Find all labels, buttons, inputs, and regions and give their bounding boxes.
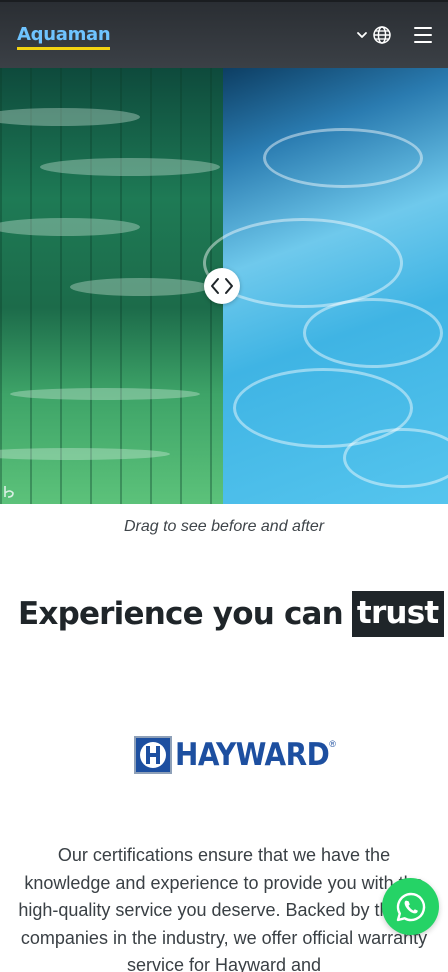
- water-wave: [263, 128, 423, 188]
- chevron-down-icon: [357, 32, 367, 38]
- before-image: [0, 68, 223, 504]
- before-after-slider[interactable]: [0, 68, 448, 504]
- menu-bar: [414, 27, 432, 29]
- h-mark-icon: [140, 742, 166, 768]
- certifications-paragraph: Our certifications ensure that we have t…: [18, 845, 430, 972]
- water-ripple: [0, 108, 140, 126]
- header-actions: [356, 25, 432, 45]
- section-heading: Experience you can trust: [18, 588, 445, 640]
- site-logo[interactable]: Aquaman: [17, 24, 111, 50]
- water-ripple: [0, 218, 140, 236]
- hayward-logo: HAYWARD ®: [134, 735, 366, 775]
- hamburger-icon[interactable]: [414, 27, 432, 43]
- globe-icon: [373, 26, 391, 44]
- water-wave: [343, 428, 448, 488]
- water-ripple: [0, 448, 170, 460]
- hayward-badge-icon: [134, 736, 172, 774]
- site-header: Aquaman: [0, 0, 448, 68]
- water-ripple: [10, 388, 200, 400]
- menu-bar: [414, 41, 432, 43]
- watermark-icon: [4, 486, 14, 498]
- water-ripple: [70, 278, 210, 296]
- drag-arrows-icon: [211, 278, 233, 294]
- slider-caption: Drag to see before and after: [123, 518, 325, 535]
- language-selector[interactable]: [356, 25, 392, 45]
- registered-mark: ®: [329, 739, 336, 749]
- water-wave: [303, 298, 443, 368]
- water-ripple: [40, 158, 220, 176]
- brand-name: HAYWARD: [175, 737, 330, 773]
- heading-text: Experience you can: [18, 596, 344, 632]
- menu-bar: [414, 34, 432, 36]
- after-image: [203, 68, 448, 504]
- whatsapp-button[interactable]: [382, 878, 439, 935]
- heading-highlight: trust: [351, 591, 445, 637]
- slider-handle[interactable]: [204, 268, 240, 304]
- whatsapp-icon: [396, 892, 425, 921]
